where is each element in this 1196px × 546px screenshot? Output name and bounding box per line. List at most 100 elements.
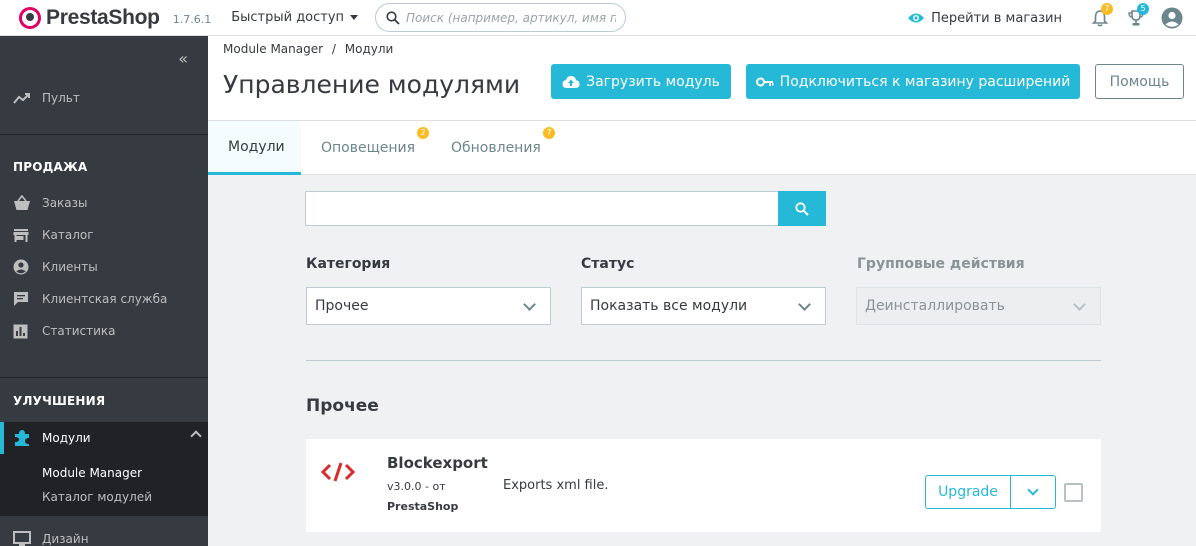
breadcrumb-separator: / xyxy=(331,42,336,56)
double-chevron-left-icon[interactable]: « xyxy=(178,49,188,68)
sidebar-item-catalog[interactable]: Каталог xyxy=(0,223,208,247)
bulk-actions-value: Деинсталлировать xyxy=(865,298,1005,314)
sidebar-item-stats[interactable]: Статистика xyxy=(0,319,208,343)
sidebar-item-customer-service[interactable]: Клиентская служба xyxy=(0,287,208,311)
trophy-badge: 5 xyxy=(1137,3,1149,15)
sidebar-item-modules[interactable]: Модули xyxy=(0,422,208,454)
section-title-improve: УЛУЧШЕНИЯ xyxy=(13,394,106,408)
module-actions-dropdown[interactable] xyxy=(1010,475,1056,509)
chevron-down-icon xyxy=(1073,298,1086,311)
upgrade-label: Upgrade xyxy=(938,484,998,500)
cloud-upload-icon xyxy=(562,75,580,88)
search-icon xyxy=(795,201,809,216)
brand-name: PrestaShop xyxy=(46,5,160,29)
upload-module-button[interactable]: Загрузить модуль xyxy=(551,64,731,99)
module-search xyxy=(305,191,826,226)
module-description: Exports xml file. xyxy=(503,478,609,493)
submenu-item-module-catalog[interactable]: Каталог модулей xyxy=(42,490,152,504)
section-title-sell: ПРОДАЖА xyxy=(13,160,88,174)
tab-badge: 2 xyxy=(417,127,429,139)
page-title: Управление модулями xyxy=(223,70,521,99)
bulk-actions-select: Деинсталлировать xyxy=(856,287,1101,325)
store-icon xyxy=(13,226,33,244)
caret-down-icon xyxy=(350,15,359,20)
chevron-down-icon xyxy=(523,298,536,311)
status-label: Статус xyxy=(581,256,635,272)
tab-modules[interactable]: Модули xyxy=(208,121,301,175)
trending-up-icon xyxy=(13,89,33,107)
tab-badge: 7 xyxy=(543,127,555,139)
category-value: Прочее xyxy=(315,298,369,314)
submenu-item-module-manager[interactable]: Module Manager xyxy=(42,466,142,480)
breadcrumb-item[interactable]: Модули xyxy=(345,42,394,56)
sidebar-item-label: Модули xyxy=(42,431,91,445)
logo[interactable]: PrestaShop xyxy=(19,6,160,30)
tab-label: Обновления xyxy=(451,140,541,156)
sidebar-item-label: Пульт xyxy=(42,91,80,105)
header-search-input[interactable] xyxy=(406,10,616,25)
bulk-actions-label: Групповые действия xyxy=(857,256,1025,272)
sidebar-item-dashboard[interactable]: Пульт xyxy=(0,86,208,110)
sidebar-item-label: Клиентская служба xyxy=(42,292,168,306)
module-item: Blockexport v3.0.0 - от PrestaShop Expor… xyxy=(306,439,1101,532)
tab-updates[interactable]: Обновления 7 xyxy=(451,121,561,175)
sidebar-item-label: Статистика xyxy=(42,324,116,338)
help-label: Помощь xyxy=(1109,73,1170,90)
sidebar: « Пульт ПРОДАЖА Заказы Каталог Клиенты К… xyxy=(0,36,208,546)
category-label: Категория xyxy=(306,256,391,272)
chevron-down-icon xyxy=(798,298,811,311)
view-shop-link[interactable]: Перейти в магазин xyxy=(907,11,1062,26)
sidebar-item-orders[interactable]: Заказы xyxy=(0,191,208,215)
sidebar-item-label: Каталог xyxy=(42,228,94,242)
quick-access-dropdown[interactable]: Быстрый доступ xyxy=(231,10,359,25)
sidebar-item-label: Дизайн xyxy=(42,532,89,546)
breadcrumb-item[interactable]: Module Manager xyxy=(223,42,323,56)
version-label: 1.7.6.1 xyxy=(172,13,212,26)
module-search-input[interactable] xyxy=(305,191,778,226)
trophy-button[interactable]: 5 xyxy=(1118,0,1154,36)
stats-icon xyxy=(13,322,33,340)
account-circle-icon xyxy=(1161,7,1183,29)
header-search[interactable] xyxy=(375,3,626,32)
category-select[interactable]: Прочее xyxy=(306,287,551,325)
connect-marketplace-button[interactable]: Подключиться к магазину расширений xyxy=(746,64,1080,99)
account-icon xyxy=(13,258,33,276)
chevron-down-icon xyxy=(1027,484,1039,496)
divider xyxy=(0,377,208,378)
puzzle-icon xyxy=(13,429,33,447)
employee-avatar-button[interactable] xyxy=(1154,0,1190,36)
module-search-button[interactable] xyxy=(778,191,826,226)
basket-icon xyxy=(13,194,33,212)
code-tag-icon xyxy=(320,459,356,489)
category-heading: Прочее xyxy=(306,396,379,416)
tab-alerts[interactable]: Оповещения 2 xyxy=(321,121,431,175)
help-button[interactable]: Помощь xyxy=(1095,64,1184,99)
status-value: Показать все модули xyxy=(590,298,748,314)
sidebar-item-label: Заказы xyxy=(42,196,88,210)
module-name: Blockexport xyxy=(387,454,488,472)
status-select[interactable]: Показать все модули xyxy=(581,287,826,325)
tab-label: Оповещения xyxy=(321,140,416,156)
tab-label: Модули xyxy=(228,138,285,155)
notifications-button[interactable]: 7 xyxy=(1082,0,1118,36)
prestashop-logo-icon xyxy=(19,6,41,29)
page-head: Module Manager / Модули Управление модул… xyxy=(208,36,1196,120)
key-icon xyxy=(755,77,774,86)
quick-access-label: Быстрый доступ xyxy=(231,10,345,25)
sidebar-item-design[interactable]: Дизайн xyxy=(0,527,208,546)
notifications-badge: 7 xyxy=(1101,3,1113,15)
chevron-up-icon xyxy=(190,430,202,442)
module-version: v3.0.0 - от xyxy=(387,480,446,493)
breadcrumb: Module Manager / Модули xyxy=(223,42,393,56)
divider xyxy=(306,360,1101,361)
upgrade-button[interactable]: Upgrade xyxy=(925,475,1011,509)
module-select-checkbox[interactable] xyxy=(1064,483,1083,502)
view-shop-label: Перейти в магазин xyxy=(931,10,1062,26)
sidebar-item-customers[interactable]: Клиенты xyxy=(0,255,208,279)
module-author: PrestaShop xyxy=(387,500,459,513)
eye-icon xyxy=(908,13,925,23)
chat-icon xyxy=(13,290,33,308)
modules-submenu: Module Manager Каталог модулей xyxy=(0,454,208,516)
monitor-icon xyxy=(13,530,33,546)
upload-module-label: Загрузить модуль xyxy=(586,73,720,90)
